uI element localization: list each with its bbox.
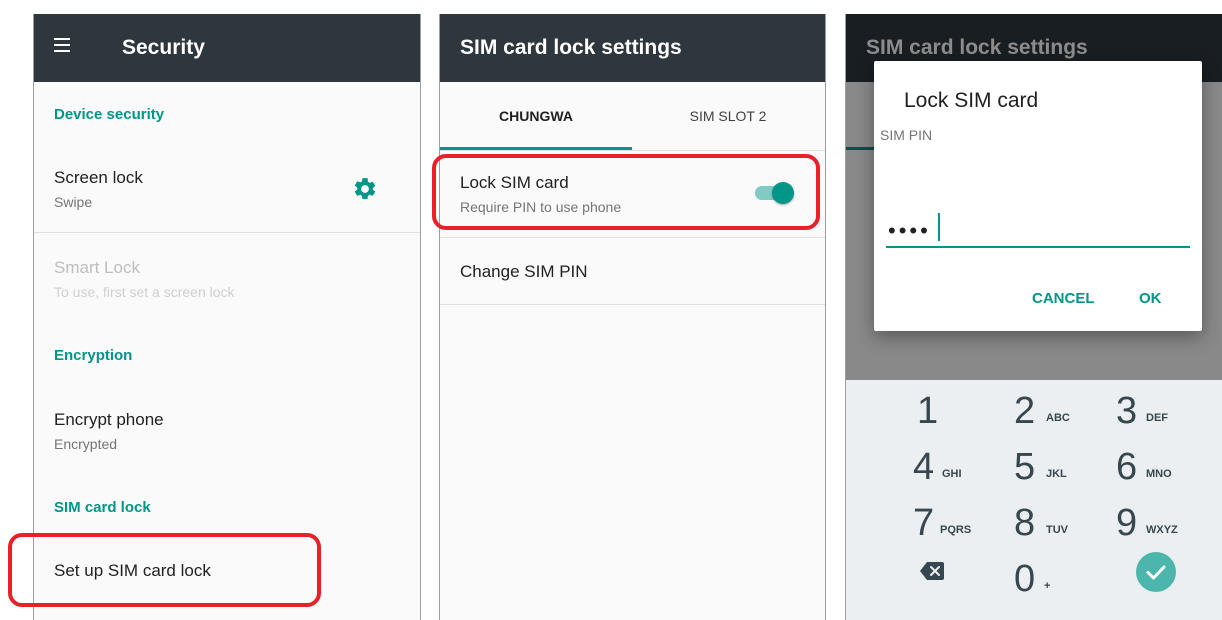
key-digit: 5 bbox=[1014, 446, 1036, 488]
backspace-icon[interactable] bbox=[920, 562, 944, 580]
key-letters: TUV bbox=[1046, 524, 1068, 536]
app-bar: Security bbox=[34, 14, 420, 82]
highlight-lock-sim-card bbox=[432, 154, 820, 230]
key-8[interactable]: 8 TUV bbox=[972, 492, 1098, 552]
section-header-encryption: Encryption bbox=[54, 347, 133, 364]
sim-lock-settings-screen: SIM card lock settings CHUNGWA SIM SLOT … bbox=[439, 14, 826, 620]
key-letters: JKL bbox=[1046, 468, 1067, 480]
encrypt-phone-title: Encrypt phone bbox=[54, 410, 164, 429]
key-3[interactable]: 3 DEF bbox=[1098, 380, 1222, 440]
smart-lock-subtitle: To use, first set a screen lock bbox=[54, 284, 235, 300]
gear-icon[interactable] bbox=[352, 176, 378, 202]
text-cursor bbox=[938, 213, 940, 241]
key-digit: 9 bbox=[1116, 502, 1138, 544]
security-screen: Security Device security Screen lock Swi… bbox=[33, 14, 421, 620]
key-digit: 2 bbox=[1014, 390, 1036, 432]
menu-icon[interactable] bbox=[54, 38, 70, 52]
key-digit: 0 bbox=[1014, 558, 1036, 600]
key-digit: 1 bbox=[917, 390, 939, 432]
key-digit: 4 bbox=[913, 446, 935, 488]
key-letters: DEF bbox=[1146, 412, 1168, 424]
divider bbox=[440, 304, 825, 305]
key-9[interactable]: 9 WXYZ bbox=[1098, 492, 1222, 552]
divider bbox=[34, 232, 420, 233]
tab-chungwa[interactable]: CHUNGWA bbox=[440, 108, 632, 124]
key-5[interactable]: 5 JKL bbox=[972, 436, 1098, 496]
key-letters: MNO bbox=[1146, 468, 1172, 480]
key-letters: WXYZ bbox=[1146, 524, 1178, 536]
lock-sim-dialog-screen: SIM card lock settings Lock SIM card SIM… bbox=[845, 14, 1222, 620]
divider bbox=[440, 150, 825, 151]
numeric-keypad: 1 2 ABC 3 DEF 4 GHI 5 JKL 6 MNO 7 PQRS 8 bbox=[846, 380, 1222, 620]
page-title: SIM card lock settings bbox=[460, 36, 682, 59]
key-7[interactable]: 7 PQRS bbox=[846, 492, 972, 552]
key-6[interactable]: 6 MNO bbox=[1098, 436, 1222, 496]
ok-button[interactable]: OK bbox=[1139, 290, 1162, 307]
divider bbox=[440, 237, 825, 238]
screen-lock-title: Screen lock bbox=[54, 168, 143, 187]
key-0[interactable]: 0 + bbox=[972, 548, 1098, 608]
page-title: Security bbox=[122, 36, 205, 59]
sim-pin-label: SIM PIN bbox=[880, 127, 933, 143]
checkmark-glyph bbox=[1146, 565, 1166, 580]
key-2[interactable]: 2 ABC bbox=[972, 380, 1098, 440]
cancel-button[interactable]: CANCEL bbox=[1032, 290, 1095, 307]
tab-sim-slot-2[interactable]: SIM SLOT 2 bbox=[632, 108, 824, 124]
highlight-set-up-sim-lock bbox=[8, 533, 321, 607]
key-letters: PQRS bbox=[940, 524, 972, 536]
smart-lock-title: Smart Lock bbox=[54, 258, 140, 277]
key-digit: 7 bbox=[913, 502, 935, 544]
dialog-title: Lock SIM card bbox=[904, 89, 1039, 112]
screen-lock-subtitle: Swipe bbox=[54, 194, 93, 210]
key-4[interactable]: 4 GHI bbox=[846, 436, 972, 496]
key-digit: 8 bbox=[1014, 502, 1036, 544]
section-header-device-security: Device security bbox=[54, 106, 165, 123]
key-1[interactable]: 1 bbox=[846, 380, 972, 440]
key-digit: 6 bbox=[1116, 446, 1138, 488]
encrypt-phone-subtitle: Encrypted bbox=[54, 436, 118, 452]
sim-pin-field[interactable]: •••• bbox=[888, 218, 931, 244]
key-digit: 3 bbox=[1116, 390, 1138, 432]
check-icon[interactable] bbox=[1136, 552, 1176, 592]
change-sim-pin-item[interactable]: Change SIM PIN bbox=[460, 262, 588, 282]
key-letters: + bbox=[1044, 580, 1051, 592]
sim-pin-underline bbox=[886, 246, 1190, 248]
lock-sim-card-dialog: Lock SIM card SIM PIN •••• CANCEL OK bbox=[874, 61, 1202, 331]
key-letters: ABC bbox=[1046, 412, 1070, 424]
section-header-sim-card-lock: SIM card lock bbox=[54, 499, 151, 516]
app-bar: SIM card lock settings bbox=[440, 14, 825, 82]
key-letters: GHI bbox=[942, 468, 962, 480]
